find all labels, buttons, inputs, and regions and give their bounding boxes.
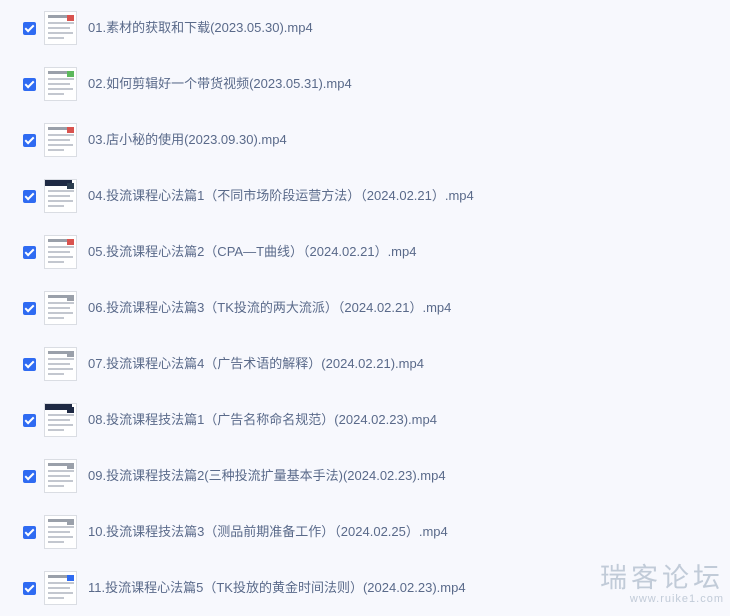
- file-name[interactable]: 11.投流课程心法篇5（TK投放的黄金时间法则）(2024.02.23).mp4: [88, 580, 466, 596]
- video-thumbnail[interactable]: [44, 123, 77, 157]
- file-name[interactable]: 09.投流课程技法篇2(三种投流扩量基本手法)(2024.02.23).mp4: [88, 468, 446, 484]
- file-row[interactable]: 05.投流课程心法篇2（CPA—T曲线）（2024.02.21）.mp4: [0, 224, 730, 280]
- file-list: 01.素材的获取和下载(2023.05.30).mp4 02.如何剪辑好一个带货…: [0, 0, 730, 609]
- file-row[interactable]: 07.投流课程心法篇4（广告术语的解释）(2024.02.21).mp4: [0, 336, 730, 392]
- file-row[interactable]: 08.投流课程技法篇1（广告名称命名规范）(2024.02.23).mp4: [0, 392, 730, 448]
- video-thumbnail[interactable]: [44, 291, 77, 325]
- video-thumbnail[interactable]: [44, 11, 77, 45]
- checkbox[interactable]: [23, 21, 36, 35]
- video-thumbnail[interactable]: [44, 179, 77, 213]
- video-thumbnail[interactable]: [44, 347, 77, 381]
- file-row[interactable]: 04.投流课程心法篇1（不同市场阶段运营方法）（2024.02.21）.mp4: [0, 168, 730, 224]
- checkbox[interactable]: [23, 189, 36, 203]
- file-name[interactable]: 01.素材的获取和下载(2023.05.30).mp4: [88, 20, 313, 36]
- checkbox[interactable]: [23, 77, 36, 91]
- video-thumbnail[interactable]: [44, 571, 77, 605]
- video-thumbnail[interactable]: [44, 67, 77, 101]
- file-row[interactable]: 10.投流课程技法篇3（测品前期准备工作）（2024.02.25）.mp4: [0, 504, 730, 560]
- file-name[interactable]: 07.投流课程心法篇4（广告术语的解释）(2024.02.21).mp4: [88, 356, 424, 372]
- checkbox[interactable]: [23, 301, 36, 315]
- file-row[interactable]: 03.店小秘的使用(2023.09.30).mp4: [0, 112, 730, 168]
- checkbox[interactable]: [23, 581, 36, 595]
- file-row[interactable]: 06.投流课程心法篇3（TK投流的两大流派）（2024.02.21）.mp4: [0, 280, 730, 336]
- video-thumbnail[interactable]: [44, 403, 77, 437]
- file-name[interactable]: 03.店小秘的使用(2023.09.30).mp4: [88, 132, 287, 148]
- file-name[interactable]: 05.投流课程心法篇2（CPA—T曲线）（2024.02.21）.mp4: [88, 244, 416, 260]
- file-row[interactable]: 01.素材的获取和下载(2023.05.30).mp4: [0, 0, 730, 56]
- video-thumbnail[interactable]: [44, 235, 77, 269]
- file-name[interactable]: 06.投流课程心法篇3（TK投流的两大流派）（2024.02.21）.mp4: [88, 300, 451, 316]
- file-name[interactable]: 10.投流课程技法篇3（测品前期准备工作）（2024.02.25）.mp4: [88, 524, 448, 540]
- file-name[interactable]: 02.如何剪辑好一个带货视频(2023.05.31).mp4: [88, 76, 352, 92]
- video-thumbnail[interactable]: [44, 459, 77, 493]
- file-row[interactable]: 11.投流课程心法篇5（TK投放的黄金时间法则）(2024.02.23).mp4: [0, 560, 730, 616]
- checkbox[interactable]: [23, 413, 36, 427]
- file-name[interactable]: 04.投流课程心法篇1（不同市场阶段运营方法）（2024.02.21）.mp4: [88, 188, 474, 204]
- checkbox[interactable]: [23, 525, 36, 539]
- video-thumbnail[interactable]: [44, 515, 77, 549]
- checkbox[interactable]: [23, 357, 36, 371]
- file-row[interactable]: 09.投流课程技法篇2(三种投流扩量基本手法)(2024.02.23).mp4: [0, 448, 730, 504]
- checkbox[interactable]: [23, 133, 36, 147]
- file-row[interactable]: 02.如何剪辑好一个带货视频(2023.05.31).mp4: [0, 56, 730, 112]
- file-name[interactable]: 08.投流课程技法篇1（广告名称命名规范）(2024.02.23).mp4: [88, 412, 437, 428]
- checkbox[interactable]: [23, 469, 36, 483]
- checkbox[interactable]: [23, 245, 36, 259]
